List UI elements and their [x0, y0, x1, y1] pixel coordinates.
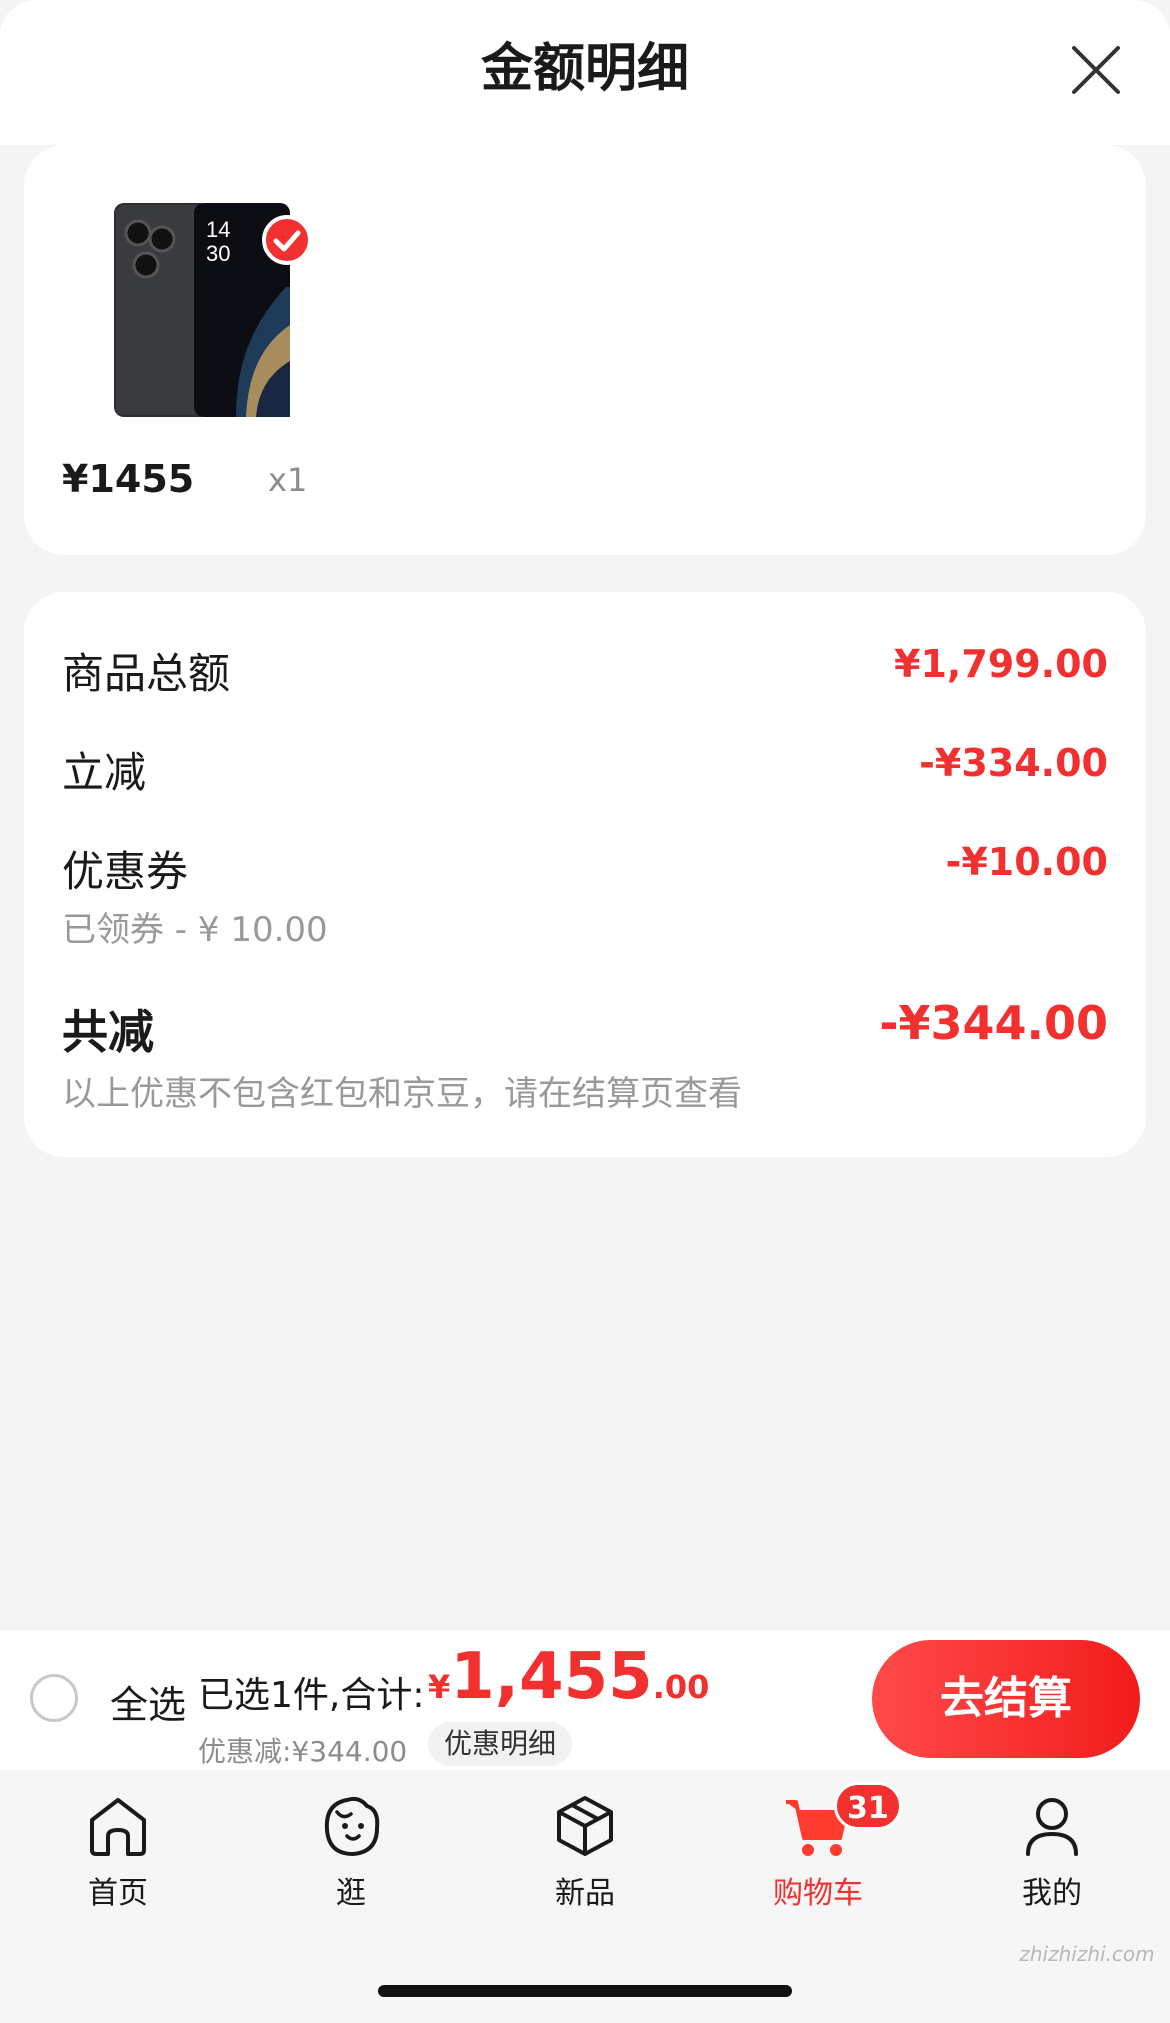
total-amount: ¥1,455.00	[428, 1640, 709, 1714]
row-label-instant-discount: 立减	[62, 748, 147, 797]
tab-home[interactable]: 首页	[38, 1790, 198, 1920]
checkout-bar: 全选 已选1件,合计: ¥1,455.00 优惠减:¥344.00 优惠明细 去…	[0, 1630, 1170, 1770]
discount-detail-button[interactable]: 优惠明细	[428, 1722, 573, 1766]
profile-icon	[1026, 1798, 1078, 1856]
home-indicator	[378, 1985, 792, 1997]
select-all-radio[interactable]	[30, 1674, 78, 1722]
close-button[interactable]	[1066, 40, 1126, 100]
watermark: zhizhizhi.com	[1019, 1942, 1155, 1966]
total-currency: ¥	[428, 1668, 451, 1706]
row-label-coupon: 优惠券	[62, 847, 189, 896]
product-card: 14 30 ¥1455 x1	[24, 145, 1146, 555]
product-price: ¥1455	[62, 457, 195, 501]
price-summary-card: 商品总额 ¥1,799.00 立减 -¥334.00 优惠券 -¥10.00 已…	[24, 592, 1146, 1157]
close-icon	[1072, 46, 1120, 94]
row-value-total-discount: -¥344.00	[879, 996, 1108, 1050]
sheet-header: 金额明细	[0, 0, 1170, 145]
amount-detail-sheet: 金额明细 14 30 ¥1455 x1 商品总额 ¥1,799.00 立减 -¥…	[0, 0, 1170, 1630]
tab-cart[interactable]: 31 购物车	[738, 1782, 902, 1920]
row-sub-coupon: 已领券 - ¥ 10.00	[62, 910, 328, 950]
tab-new-products[interactable]: 新品	[505, 1790, 665, 1920]
checkout-button[interactable]: 去结算	[872, 1640, 1140, 1758]
row-value-coupon: -¥10.00	[945, 840, 1108, 884]
tab-browse[interactable]: 逛	[271, 1790, 431, 1920]
row-value-total: ¥1,799.00	[894, 642, 1108, 686]
product-quantity: x1	[268, 461, 308, 499]
browse-icon	[324, 1796, 380, 1856]
total-decimal: .00	[652, 1668, 710, 1706]
row-value-instant-discount: -¥334.00	[919, 741, 1108, 785]
cart-count-badge: 31	[834, 1782, 902, 1830]
selected-check-badge[interactable]	[262, 215, 312, 265]
total-integer: 1,455	[450, 1640, 653, 1714]
tab-label-new-products: 新品	[555, 1876, 615, 1911]
row-label-total: 商品总额	[62, 649, 231, 698]
new-product-icon	[557, 1796, 613, 1856]
tab-label-browse: 逛	[336, 1876, 366, 1911]
tab-profile[interactable]: 我的	[972, 1790, 1132, 1920]
discount-note: 优惠减:¥344.00	[198, 1735, 408, 1768]
sheet-title: 金额明细	[480, 39, 689, 99]
tab-label-profile: 我的	[1022, 1876, 1082, 1911]
row-label-total-discount: 共减	[62, 1005, 154, 1059]
thumb-hour: 14	[206, 217, 230, 242]
select-all-label[interactable]: 全选	[110, 1674, 186, 1729]
check-icon	[273, 230, 301, 252]
home-icon	[90, 1798, 146, 1856]
tab-label-cart: 购物车	[773, 1876, 863, 1911]
row-sub-total-discount: 以上优惠不包含红包和京豆，请在结算页查看	[62, 1074, 742, 1114]
tab-label-home: 首页	[88, 1876, 148, 1911]
selected-summary: 已选1件,合计:	[198, 1675, 425, 1716]
thumb-minute: 30	[206, 241, 230, 266]
